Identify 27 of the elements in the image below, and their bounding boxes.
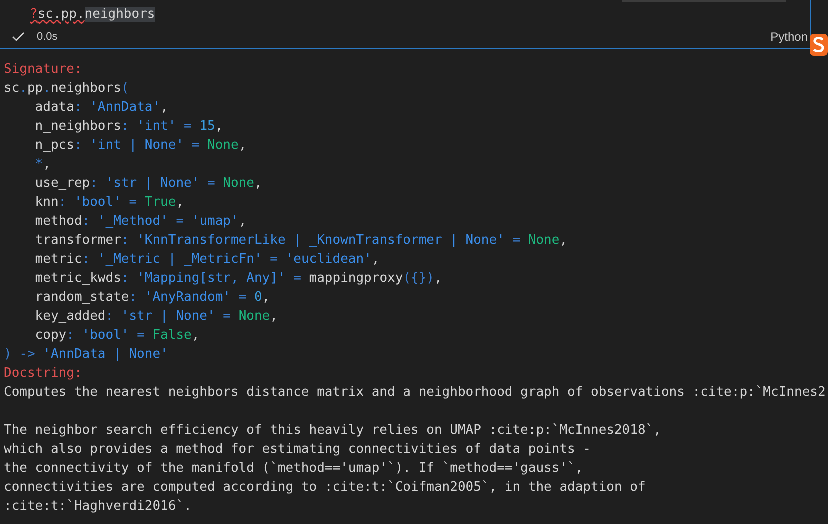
code-line: metric: '_Metric | _MetricFn' = 'euclidean', — [34, 251, 380, 269]
language-label[interactable]: Python — [770, 30, 808, 44]
code-line: random_state: 'AnyRandom' = 0, — [34, 289, 270, 307]
code-line: ) -> 'AnnData | None' — [4, 346, 168, 364]
section-heading: Signature: — [4, 61, 82, 79]
docstring-line: Computes the nearest neighbors distance matrix and a neighborhood graph of observations :cite:p:`McInnes2 — [4, 384, 826, 402]
code-line: n_neighbors: 'int' = 15, — [34, 118, 224, 136]
docstring-line: connectivities are computed according to :cite:t:`Coifman2005`, in the adaption of — [4, 479, 646, 497]
code-line: key_added: 'str | None' = None, — [34, 308, 278, 326]
ime-logo-icon — [810, 34, 828, 56]
code-line: method: '_Method' = 'umap', — [34, 213, 247, 231]
docstring-line: the connectivity of the manifold (`method=='umap'`). If `method=='gauss'`, — [4, 460, 584, 478]
code-line: copy: 'bool' = False, — [34, 327, 200, 345]
code-line: n_pcs: 'int | None' = None, — [34, 137, 247, 155]
code-line: knn: 'bool' = True, — [34, 194, 184, 212]
code-line: *, — [34, 156, 51, 174]
code-line: transformer: 'KnnTransformerLike | _KnownTransformer | None' = None, — [34, 232, 568, 250]
code-line: use_rep: 'str | None' = None, — [34, 175, 262, 193]
code-input[interactable]: ?sc.pp.neighbors — [0, 0, 156, 24]
docstring-line: which also provides a method for estimating connectivities of data points - — [4, 441, 591, 459]
docstring-line: The neighbor search efficiency of this heavily relies on UMAP :cite:p:`McInnes2018`, — [4, 422, 662, 440]
execution-time: 0.0s — [37, 31, 58, 43]
section-heading: Docstring: — [4, 365, 82, 383]
code-line: metric_kwds: 'Mapping[str, Any]' = mappingproxy({}), — [34, 270, 442, 288]
docstring-line: :cite:t:`Haghverdi2016`. — [4, 498, 192, 516]
code-line: adata: 'AnnData', — [34, 99, 168, 117]
code-line: sc.pp.neighbors( — [4, 80, 130, 98]
